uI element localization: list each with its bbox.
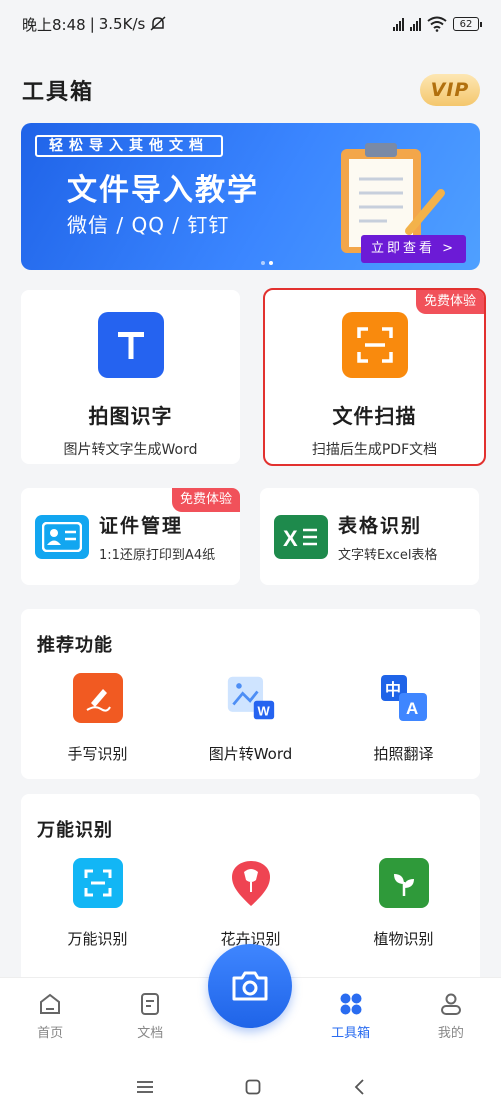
tool-label: 图片转Word — [208, 745, 293, 763]
card-table-ocr[interactable]: X 表格识别 文字转Excel表格 — [260, 488, 479, 585]
banner-tag: 轻松导入其他文档 — [35, 135, 223, 157]
banner-title: 文件导入教学 — [67, 173, 259, 208]
nav-documents[interactable]: 文档 — [100, 978, 200, 1061]
status-separator: | — [89, 15, 95, 33]
nav-profile[interactable]: 我的 — [401, 978, 501, 1061]
status-bar: 晚上8:48 | 3.5K/s 62 — [0, 0, 501, 48]
card-subtitle: 扫描后生成PDF文档 — [311, 442, 438, 458]
nav-label: 工具箱 — [331, 1026, 371, 1041]
home-icon — [0, 992, 100, 1016]
tool-handwriting[interactable]: 手写识别 — [21, 673, 174, 764]
section-title: 推荐功能 — [37, 635, 113, 656]
card-title: 表格识别 — [338, 514, 423, 537]
carousel-indicator — [261, 261, 273, 265]
tool-label: 拍照翻译 — [373, 745, 434, 763]
header: 工具箱 VIP — [22, 70, 480, 110]
nav-home[interactable]: 首页 — [0, 978, 100, 1061]
card-title: 文件扫描 — [332, 404, 417, 428]
svg-text:中: 中 — [385, 680, 401, 699]
section-title: 万能识别 — [37, 820, 113, 841]
card-title: 拍图识字 — [88, 404, 173, 428]
universal-scan-icon — [72, 858, 123, 908]
status-time: 晚上8:48 — [22, 15, 86, 34]
card-title: 证件管理 — [99, 514, 184, 537]
card-subtitle: 图片转文字生成Word — [63, 442, 198, 458]
flower-icon — [226, 858, 276, 908]
camera-button[interactable] — [208, 944, 292, 1028]
system-nav-bar — [0, 1061, 501, 1113]
battery-icon: 62 — [453, 17, 482, 31]
mute-icon — [150, 16, 166, 31]
tool-label: 手写识别 — [67, 745, 128, 763]
tool-flower-ocr[interactable]: 花卉识别 — [174, 858, 327, 949]
back-icon[interactable] — [353, 1079, 365, 1095]
card-subtitle: 文字转Excel表格 — [338, 547, 438, 563]
tool-universal-ocr[interactable]: 万能识别 — [21, 858, 174, 949]
free-trial-badge: 免费体验 — [415, 290, 484, 314]
nav-toolbox[interactable]: 工具箱 — [301, 978, 401, 1061]
banner-subtitle: 微信 / QQ / 钉钉 — [67, 213, 230, 237]
free-trial-badge: 免费体验 — [171, 488, 240, 512]
tool-label: 植物识别 — [373, 930, 434, 948]
id-card-icon — [35, 514, 89, 559]
menu-icon[interactable] — [136, 1080, 154, 1094]
user-icon — [401, 992, 501, 1016]
signal-icon — [393, 17, 404, 31]
svg-text:W: W — [257, 704, 270, 719]
nav-label: 首页 — [37, 1026, 64, 1041]
tool-label: 万能识别 — [67, 930, 128, 948]
status-speed: 3.5K/s — [98, 15, 146, 33]
nav-label: 文档 — [137, 1026, 164, 1041]
camera-icon — [232, 971, 268, 1001]
card-file-scan[interactable]: 免费体验 文件扫描 扫描后生成PDF文档 — [263, 288, 486, 466]
tool-image-to-word[interactable]: W 图片转Word — [174, 673, 327, 764]
plant-icon — [378, 858, 429, 908]
home-square-icon[interactable] — [245, 1079, 261, 1095]
nav-label: 我的 — [437, 1026, 464, 1041]
image-word-icon: W — [226, 673, 276, 723]
vip-button[interactable]: VIP — [420, 74, 480, 106]
tool-photo-translate[interactable]: 中A 拍照翻译 — [327, 673, 480, 764]
excel-icon: X — [274, 514, 328, 559]
grid-icon — [301, 992, 401, 1016]
banner-cta-button[interactable]: 立即查看 > — [360, 235, 466, 263]
text-t-icon — [97, 312, 164, 378]
scan-icon — [341, 312, 408, 378]
card-subtitle: 1:1还原打印到A4纸 — [99, 547, 216, 563]
card-photo-ocr[interactable]: 拍图识字 图片转文字生成Word — [21, 290, 240, 464]
pen-icon — [72, 673, 123, 723]
svg-text:X: X — [283, 526, 298, 551]
translate-icon: 中A — [379, 673, 429, 723]
signal-icon — [410, 17, 421, 31]
svg-text:A: A — [406, 699, 418, 718]
page-title: 工具箱 — [22, 80, 95, 105]
promo-banner[interactable]: 轻松导入其他文档 文件导入教学 微信 / QQ / 钉钉 立即查看 > — [21, 123, 480, 270]
document-icon — [100, 992, 200, 1016]
recommended-section: 推荐功能 手写识别 W 图片转Word 中A 拍照翻译 — [21, 609, 480, 779]
tool-plant-ocr[interactable]: 植物识别 — [327, 858, 480, 949]
card-id-manage[interactable]: 免费体验 证件管理 1:1还原打印到A4纸 — [21, 488, 240, 585]
wifi-icon — [427, 16, 447, 32]
